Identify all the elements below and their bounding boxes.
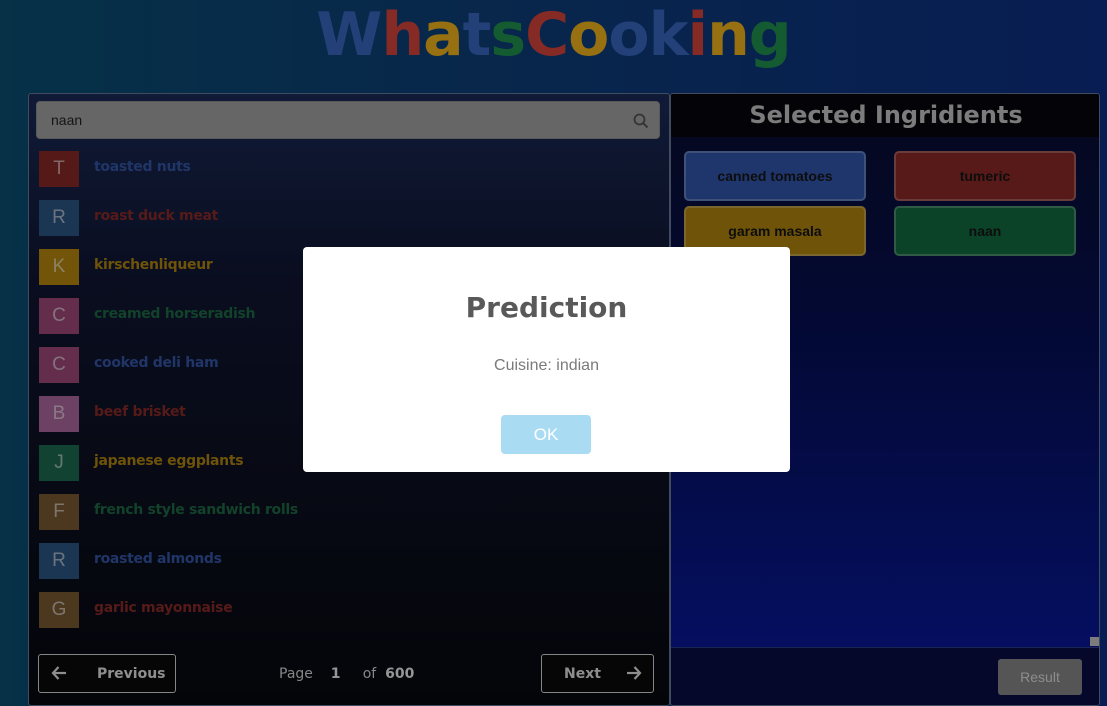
modal-title: Prediction xyxy=(465,291,628,324)
prediction-result: Cuisine: indian xyxy=(494,357,599,374)
ok-button[interactable]: OK xyxy=(501,415,591,454)
prediction-modal: Prediction Cuisine: indian OK xyxy=(303,247,790,472)
